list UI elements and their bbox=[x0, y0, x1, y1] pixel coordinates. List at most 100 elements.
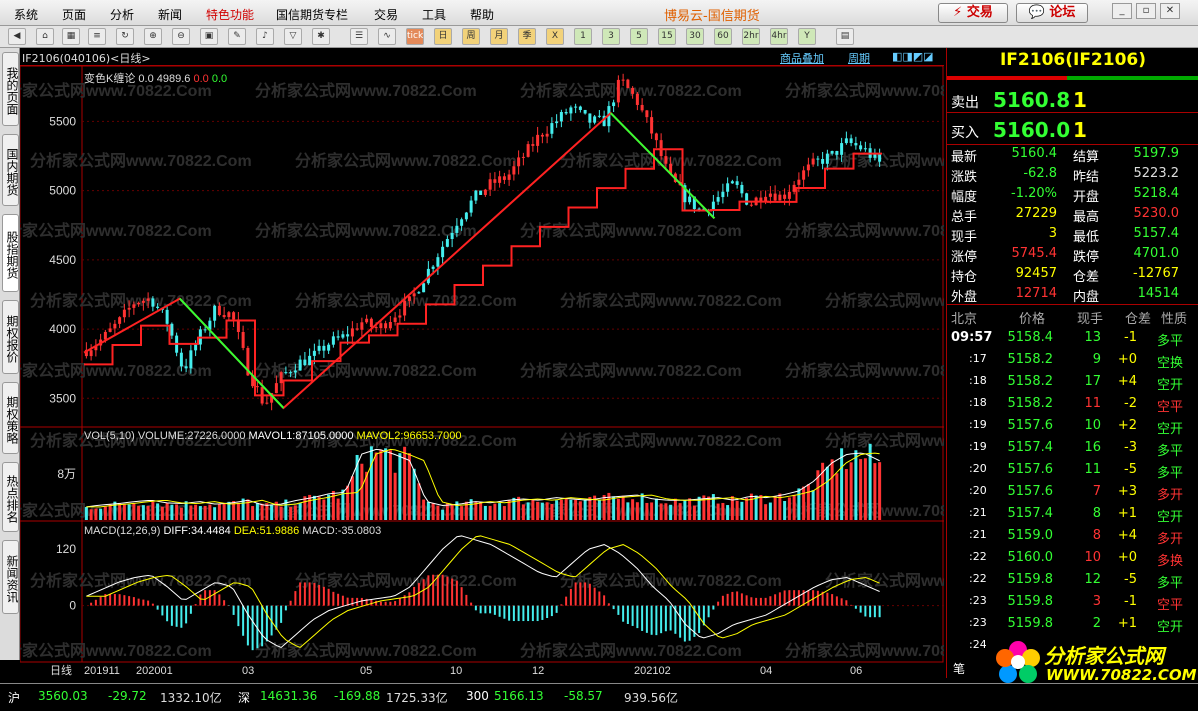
toolbar: ◀ ⌂ ▦ ≡ ↻ ⊕ ⊖ ▣ ✎ ♪ ▽ ✱ ☰ ∿ tick 日周月季 X 1 3 5… bbox=[0, 26, 1198, 48]
watermark-text: 分析家公式网www.70822.Com bbox=[30, 571, 252, 590]
quote-row: 最新 5160.4 结算 5197.9 bbox=[947, 146, 1198, 166]
price-tick-label: 3500 bbox=[49, 391, 76, 405]
refresh-icon[interactable]: ↻ bbox=[116, 28, 134, 45]
status-item: 深 bbox=[238, 691, 251, 705]
volume-bar bbox=[431, 503, 435, 520]
menu-item[interactable]: 新闻 bbox=[158, 6, 182, 23]
quote-label: 最新 bbox=[951, 150, 978, 165]
period-button[interactable]: 4hr bbox=[770, 28, 788, 45]
pen-icon[interactable]: ✎ bbox=[228, 28, 246, 45]
left-tab[interactable]: 股指期货 bbox=[2, 214, 19, 292]
candle-body bbox=[797, 179, 801, 185]
restore-icon[interactable]: ▫ bbox=[1136, 3, 1156, 19]
candle-body bbox=[564, 112, 568, 114]
left-tab[interactable]: 我的页面 bbox=[2, 52, 19, 126]
candle-body bbox=[184, 366, 188, 369]
window-icon[interactable]: ▣ bbox=[200, 28, 218, 45]
candle-body bbox=[859, 145, 863, 150]
close-icon[interactable]: ✕ bbox=[1160, 3, 1180, 19]
candle-body bbox=[854, 143, 858, 146]
bell-icon[interactable]: ♪ bbox=[256, 28, 274, 45]
period-button[interactable]: Y bbox=[798, 28, 816, 45]
volume-bar bbox=[654, 498, 658, 520]
menu-item[interactable]: 特色功能 bbox=[206, 6, 254, 23]
list-icon[interactable]: ≡ bbox=[88, 28, 106, 45]
menu-item[interactable]: 交易 bbox=[374, 6, 398, 23]
period-button[interactable]: 3 bbox=[602, 28, 620, 45]
watermark-text: 分析家公式网www.70822.Com bbox=[255, 641, 477, 660]
period-button[interactable]: 30 bbox=[686, 28, 704, 45]
period-button[interactable]: 周 bbox=[462, 28, 480, 45]
line-chart-icon[interactable]: ∿ bbox=[378, 28, 396, 45]
left-tab[interactable]: 热点排名 bbox=[2, 462, 19, 532]
forum-button[interactable]: 💬 论坛 bbox=[1016, 3, 1088, 23]
candle-body bbox=[222, 315, 226, 318]
ticks-header-cell: 性质 bbox=[1161, 312, 1188, 327]
menu-item[interactable]: 页面 bbox=[62, 6, 86, 23]
volume-bar bbox=[298, 502, 302, 520]
volume-bar bbox=[650, 502, 654, 520]
volume-bar bbox=[213, 507, 217, 520]
candle-body bbox=[578, 106, 582, 110]
menu-item[interactable]: 帮助 bbox=[470, 6, 494, 23]
volume-bar bbox=[227, 501, 231, 520]
back-icon[interactable]: ◀ bbox=[8, 28, 26, 45]
volume-bar bbox=[241, 498, 245, 520]
table-icon[interactable]: ☰ bbox=[350, 28, 368, 45]
watermark-text: 分析家公式网www.70822.Com bbox=[255, 221, 477, 240]
period-button[interactable]: 1 bbox=[574, 28, 592, 45]
menu-item[interactable]: 国信期货专栏 bbox=[276, 6, 348, 23]
period-button[interactable]: 15 bbox=[658, 28, 676, 45]
volume-bar bbox=[792, 494, 796, 520]
period-button[interactable]: 5 bbox=[630, 28, 648, 45]
quote-label: 外盘 bbox=[951, 290, 978, 305]
x-tick-label: 202001 bbox=[136, 665, 173, 677]
volume-bar bbox=[721, 502, 725, 520]
minimize-icon[interactable]: _ bbox=[1112, 3, 1132, 19]
volume-bar bbox=[360, 463, 364, 520]
menu-item[interactable]: 分析 bbox=[110, 6, 134, 23]
watermark-text: 分析家公式网www.70822.Com bbox=[520, 221, 742, 240]
left-tab[interactable]: 期权策略 bbox=[2, 382, 19, 454]
watermark-text: 分析家公式网www.70822.Com bbox=[785, 641, 944, 660]
left-tab[interactable]: 国内期货 bbox=[2, 134, 19, 206]
period-button[interactable]: 60 bbox=[714, 28, 732, 45]
volume-bar bbox=[840, 448, 844, 520]
zoom-in-icon[interactable]: ⊕ bbox=[144, 28, 162, 45]
quote-value: 27229 bbox=[1015, 206, 1057, 221]
period-button[interactable]: 2hr bbox=[742, 28, 760, 45]
trade-button[interactable]: ⚡ 交易 bbox=[938, 3, 1008, 23]
quote-value: 12714 bbox=[1015, 286, 1057, 301]
indicator-label: VOL(5,10) VOLUME:27226.0000 MAVOL1:87105… bbox=[84, 430, 462, 442]
period-button[interactable]: 日 bbox=[434, 28, 452, 45]
volume-bar bbox=[631, 499, 635, 520]
candle-body bbox=[735, 181, 739, 185]
filter-icon[interactable]: ▽ bbox=[284, 28, 302, 45]
home-icon[interactable]: ⌂ bbox=[36, 28, 54, 45]
period-button[interactable]: 月 bbox=[490, 28, 508, 45]
calendar-icon[interactable]: ▤ bbox=[836, 28, 854, 45]
volume-bar bbox=[236, 502, 240, 520]
zoom-out-icon[interactable]: ⊖ bbox=[172, 28, 190, 45]
left-tab[interactable]: 期权报价 bbox=[2, 300, 19, 374]
candle-body bbox=[569, 107, 573, 114]
menu-item[interactable]: 工具 bbox=[422, 6, 446, 23]
new-icon[interactable]: ✱ bbox=[312, 28, 330, 45]
volume-bar bbox=[854, 450, 858, 520]
buy-price: 5160.0 bbox=[993, 118, 1071, 142]
candle-body bbox=[374, 327, 378, 329]
kline-chart[interactable]: IF2106(040106)<日线> 商品叠加 周期 ◧◨◩◪ 分析家公式网ww… bbox=[20, 48, 944, 678]
left-tab[interactable]: 新闻资讯 bbox=[2, 540, 19, 614]
period-button[interactable]: 季 bbox=[518, 28, 536, 45]
menu-item[interactable]: 系统 bbox=[14, 6, 38, 23]
quote-row: 幅度 -1.20% 开盘 5218.4 bbox=[947, 186, 1198, 206]
period-button[interactable]: tick bbox=[406, 28, 424, 45]
volume-bar bbox=[626, 502, 630, 520]
volume-bar bbox=[151, 501, 155, 520]
candle-body bbox=[745, 193, 749, 205]
grid-icon[interactable]: ▦ bbox=[62, 28, 80, 45]
period-button[interactable]: X bbox=[546, 28, 564, 45]
left-tab-bar: 我的页面国内期货股指期货期权报价期权策略热点排名新闻资讯 bbox=[0, 48, 20, 660]
candle-body bbox=[545, 133, 549, 137]
candle-body bbox=[113, 323, 117, 329]
